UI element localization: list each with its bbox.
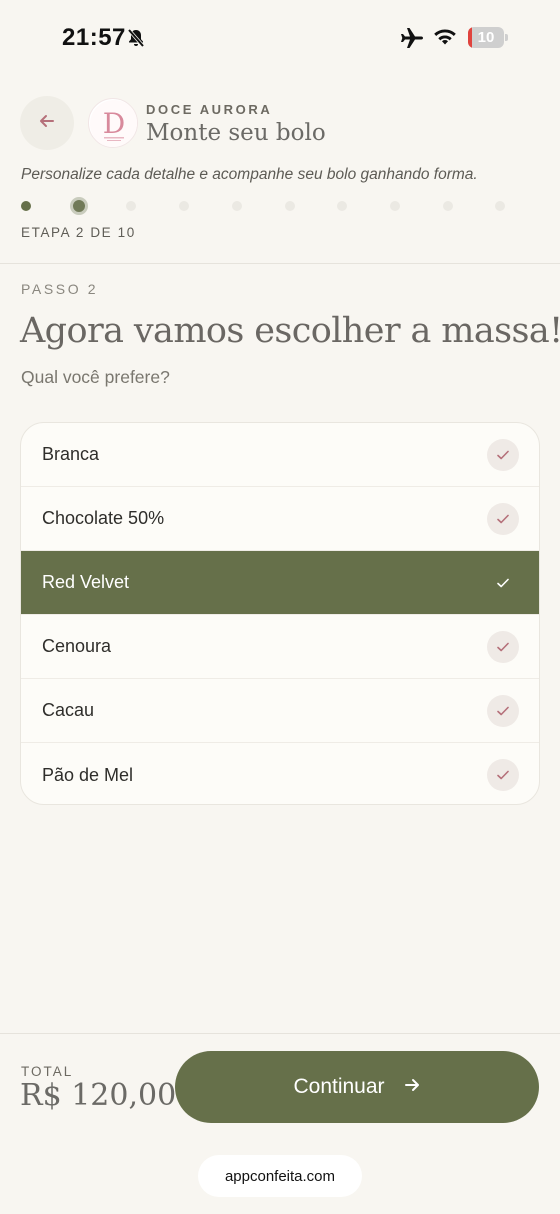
progress-dot: [337, 201, 348, 211]
total-label: TOTAL: [21, 1064, 74, 1079]
progress-dot: [21, 201, 31, 211]
progress-dot: [495, 201, 506, 211]
step-label: ETAPA 2 DE 10: [21, 225, 136, 240]
progress-dot: [442, 201, 453, 211]
option-item[interactable]: Pão de Mel: [21, 743, 539, 804]
url-bar[interactable]: appconfeita.com: [198, 1155, 362, 1197]
option-label: Branca: [42, 444, 100, 464]
option-label: Red Velvet: [42, 572, 130, 592]
brand-logo: D: [88, 98, 138, 148]
check-icon: [487, 438, 519, 471]
header: D DOCE AURORA Monte seu bolo Personalize…: [0, 76, 560, 264]
check-icon: [487, 630, 519, 663]
progress-dot: [69, 197, 88, 215]
back-button[interactable]: [20, 96, 74, 150]
option-item[interactable]: Branca: [21, 423, 539, 487]
check-icon: [487, 694, 519, 727]
status-time: 21:57: [62, 24, 126, 51]
option-label: Cenoura: [42, 636, 112, 656]
progress-dot: [179, 201, 190, 211]
arrow-left-icon: [38, 112, 56, 135]
bell-off-icon: [126, 28, 146, 53]
continue-label: Continuar: [293, 1075, 385, 1098]
header-title: Monte seu bolo: [146, 120, 326, 146]
option-label: Pão de Mel: [42, 764, 134, 785]
option-label: Chocolate 50%: [42, 508, 165, 528]
option-item[interactable]: Chocolate 50%: [21, 487, 539, 551]
check-icon: [487, 759, 519, 791]
airplane-mode-icon: [400, 27, 424, 54]
header-divider: [0, 263, 560, 264]
continue-button[interactable]: Continuar: [175, 1051, 539, 1123]
progress-dot: [231, 201, 242, 211]
battery-level: 10: [477, 29, 495, 46]
option-item[interactable]: Red Velvet: [21, 551, 539, 615]
arrow-right-icon: [403, 1076, 421, 1099]
page-title: Agora vamos escolher a massa!: [20, 311, 560, 351]
check-icon: [487, 567, 519, 599]
battery-icon: 10: [468, 27, 508, 48]
total-value: R$ 120,00: [20, 1078, 177, 1113]
progress-dot: [126, 201, 137, 211]
footer: TOTAL R$ 120,00 Continuar appconfeita.co…: [0, 1033, 560, 1214]
brand-name: DOCE AURORA: [146, 102, 273, 117]
page-subtitle: Qual você prefere?: [21, 367, 170, 387]
progress-dot: [284, 201, 295, 211]
wifi-icon: [432, 27, 458, 52]
option-item[interactable]: Cacau: [21, 679, 539, 743]
progress-dot: [389, 201, 400, 211]
logo-letter: D: [103, 107, 125, 140]
header-subtitle: Personalize cada detalhe e acompanhe seu…: [21, 166, 478, 183]
step-kicker: PASSO 2: [21, 281, 99, 297]
check-icon: [487, 502, 519, 535]
status-bar: 21:57 10: [0, 0, 560, 76]
option-label: Cacau: [42, 700, 95, 720]
option-list: Branca Chocolate 50% Red Velvet Cenoura …: [20, 422, 540, 805]
option-item[interactable]: Cenoura: [21, 615, 539, 679]
progress-dots: [0, 194, 560, 218]
